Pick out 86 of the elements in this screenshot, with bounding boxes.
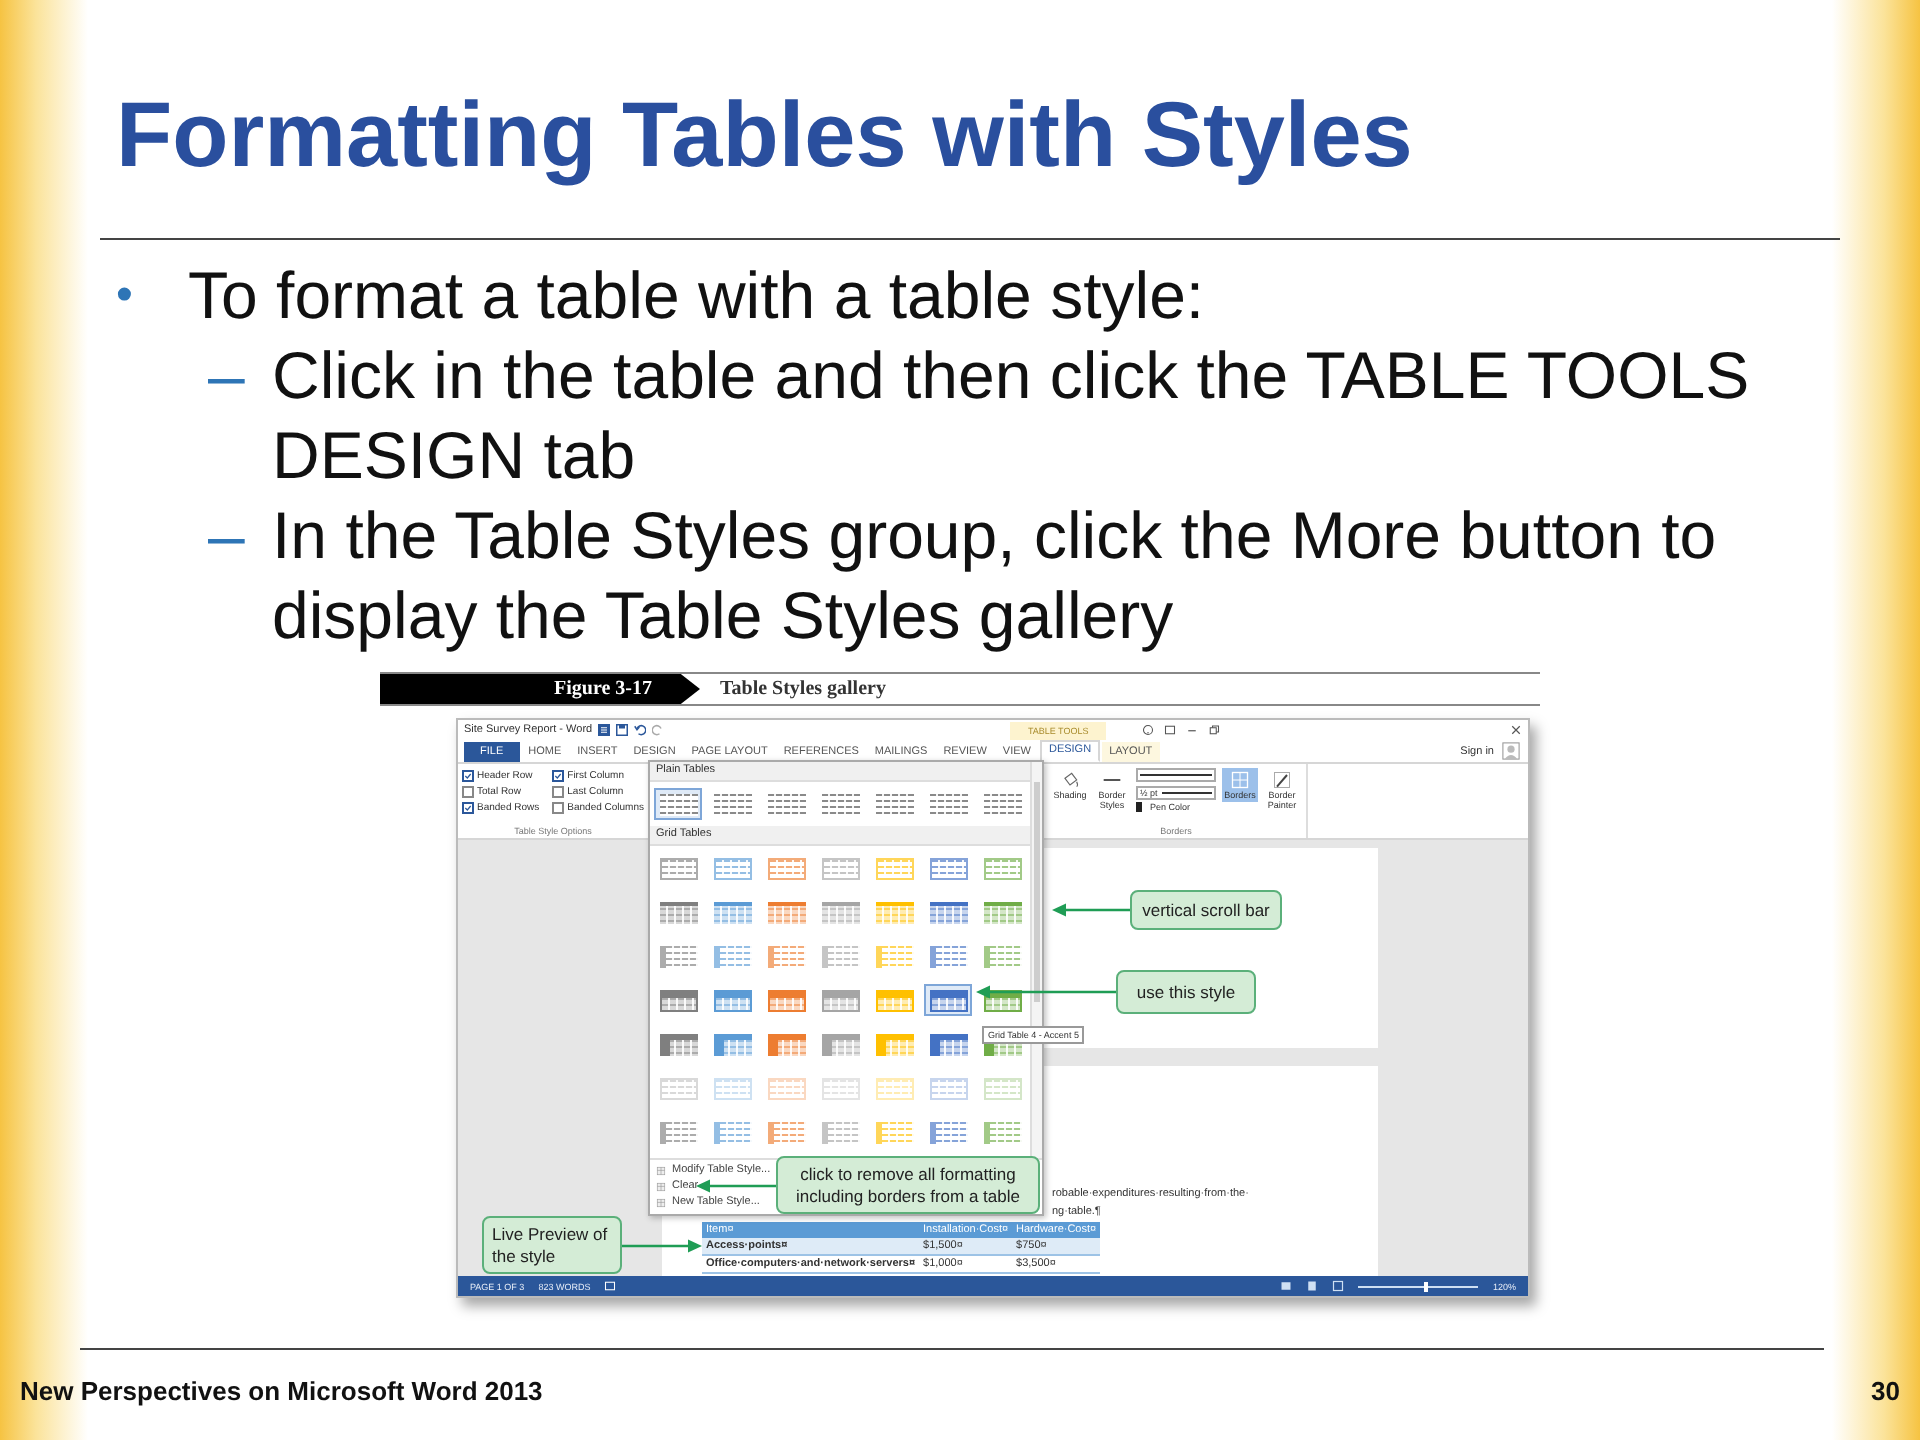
callout-arrow xyxy=(1052,902,1130,918)
read-mode-icon[interactable] xyxy=(1280,1280,1293,1292)
figure-caption: Table Styles gallery xyxy=(720,678,886,700)
save-icon[interactable] xyxy=(616,724,629,736)
line-style-dropdown[interactable] xyxy=(1136,768,1216,782)
callout-arrow xyxy=(976,984,1116,1000)
table-style-thumbnail[interactable] xyxy=(764,854,808,882)
help-icon[interactable] xyxy=(1142,724,1154,736)
border-grid-icon xyxy=(1230,770,1250,790)
table-style-thumbnail[interactable] xyxy=(926,854,970,882)
brush-icon xyxy=(1272,770,1292,790)
table-style-thumbnail[interactable] xyxy=(872,1030,916,1058)
line-sample-icon xyxy=(1140,774,1212,776)
callout-label: use this style xyxy=(1116,970,1256,1014)
table-style-thumbnail[interactable] xyxy=(980,854,1024,882)
table-style-thumbnail[interactable] xyxy=(710,1118,754,1146)
sub-bullet-text: Click in the table and then click the TABLE TOOLS DESIGN tab xyxy=(272,336,1752,496)
table-style-thumbnail[interactable] xyxy=(764,898,808,926)
table-style-thumbnail[interactable] xyxy=(926,1118,970,1146)
table-style-thumbnail[interactable] xyxy=(656,854,700,882)
callout-arrow xyxy=(622,1238,702,1254)
table-style-thumbnail[interactable] xyxy=(764,1030,808,1058)
table-style-thumbnail[interactable] xyxy=(656,898,700,926)
table-style-thumbnail[interactable] xyxy=(926,898,970,926)
table-style-thumbnail[interactable] xyxy=(980,942,1024,970)
dash-marker: – xyxy=(208,336,247,416)
table-icon xyxy=(656,1166,666,1176)
table-style-thumbnail[interactable] xyxy=(818,986,862,1014)
table-style-thumbnail[interactable] xyxy=(980,790,1024,818)
table-style-thumbnail[interactable] xyxy=(656,1118,700,1146)
sub-bullet-text: In the Table Styles group, click the More button to display the Table Styles gallery xyxy=(272,496,1719,656)
table-style-thumbnail[interactable] xyxy=(656,986,700,1014)
table-style-thumbnail[interactable] xyxy=(764,986,808,1014)
dash-marker: – xyxy=(208,496,247,576)
figure-number: Figure 3-17 xyxy=(380,674,700,704)
table-style-thumbnail[interactable] xyxy=(872,898,916,926)
table-style-thumbnail[interactable] xyxy=(926,1030,970,1058)
table-icon xyxy=(656,1198,666,1208)
table-style-thumbnail[interactable] xyxy=(926,986,970,1014)
line-sample-icon xyxy=(1161,791,1212,793)
bullet-text: To format a table with a table style: xyxy=(188,256,1205,336)
table-style-thumbnail[interactable] xyxy=(656,942,700,970)
callout-label: click to remove all formatting including borders from a table xyxy=(776,1156,1040,1214)
zoom-slider-thumb[interactable] xyxy=(1424,1281,1429,1291)
table-style-thumbnail[interactable] xyxy=(926,942,970,970)
table-style-thumbnail[interactable] xyxy=(710,898,754,926)
callout-label: Live Preview of the style xyxy=(482,1216,622,1274)
table-style-thumbnail[interactable] xyxy=(764,942,808,970)
page-number: 30 xyxy=(1871,1376,1900,1406)
table-style-thumbnail[interactable] xyxy=(818,1118,862,1146)
close-icon[interactable] xyxy=(1510,724,1522,736)
table-style-thumbnail[interactable] xyxy=(818,942,862,970)
table-style-thumbnail[interactable] xyxy=(656,790,700,818)
table-style-thumbnail[interactable] xyxy=(872,986,916,1014)
table-style-thumbnail[interactable] xyxy=(710,986,754,1014)
gallery-scroll-bar[interactable] xyxy=(1030,762,1042,1158)
table-style-thumbnail[interactable] xyxy=(710,942,754,970)
table-style-thumbnail[interactable] xyxy=(656,1030,700,1058)
paint-bucket-icon xyxy=(1060,770,1080,790)
checkmark-icon xyxy=(464,804,472,812)
redo-icon[interactable] xyxy=(652,724,665,736)
table-style-thumbnail[interactable] xyxy=(818,854,862,882)
table-style-thumbnail[interactable] xyxy=(980,1118,1024,1146)
proofing-icon[interactable] xyxy=(604,1280,617,1292)
footer-text: New Perspectives on Microsoft Word 2013 xyxy=(20,1376,543,1406)
table-style-thumbnail[interactable] xyxy=(818,898,862,926)
print-layout-icon[interactable] xyxy=(1306,1280,1319,1292)
user-silhouette-icon[interactable] xyxy=(1502,742,1520,760)
table-style-thumbnail[interactable] xyxy=(710,854,754,882)
callout-label: vertical scroll bar xyxy=(1130,890,1282,930)
web-layout-icon[interactable] xyxy=(1332,1280,1345,1292)
slide-title: Formatting Tables with Styles xyxy=(116,84,1413,184)
table-style-thumbnail[interactable] xyxy=(764,1118,808,1146)
bullet-marker: • xyxy=(116,266,135,326)
table-style-thumbnail[interactable] xyxy=(710,1030,754,1058)
checkmark-icon xyxy=(464,772,472,780)
table-style-thumbnail[interactable] xyxy=(818,1030,862,1058)
app-icon xyxy=(598,724,611,736)
checkmark-icon xyxy=(554,772,563,780)
callout-arrow xyxy=(696,1178,776,1194)
undo-icon[interactable] xyxy=(634,724,647,736)
minimize-icon[interactable] xyxy=(1186,724,1198,736)
ribbon-display-icon[interactable] xyxy=(1164,724,1176,736)
table-icon xyxy=(656,1182,666,1192)
table-style-thumbnail[interactable] xyxy=(980,898,1024,926)
restore-icon[interactable] xyxy=(1208,724,1220,736)
